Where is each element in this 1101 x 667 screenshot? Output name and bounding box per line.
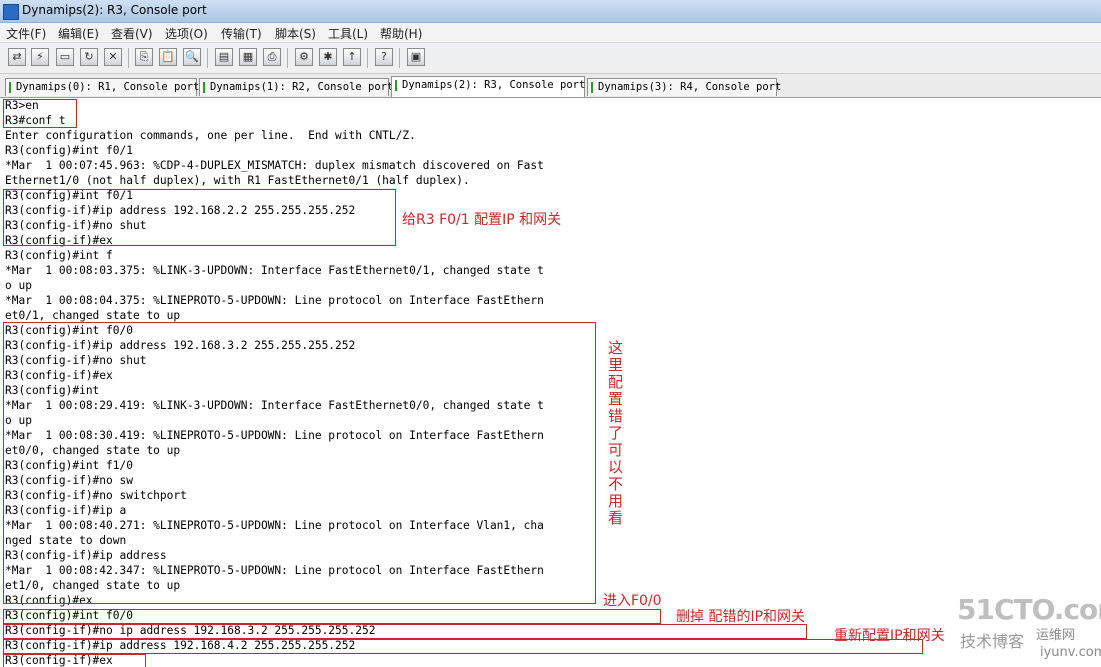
disconnect-icon[interactable]: ✕	[104, 48, 122, 66]
menu-options[interactable]: 选项(O)	[165, 25, 208, 42]
title-bar: Dynamips(2): R3, Console port	[0, 0, 1101, 23]
tab-label: Dynamips(2): R3, Console port	[402, 79, 586, 91]
menu-edit[interactable]: 编辑(E)	[58, 25, 99, 42]
annotation-box-f00	[3, 609, 661, 624]
menu-script[interactable]: 脚本(S)	[275, 25, 316, 42]
console-line: *Mar 1 00:08:04.375: %LINEPROTO-5-UPDOWN…	[5, 294, 544, 307]
menu-bar: 文件(F) 编辑(E) 查看(V) 选项(O) 传输(T) 脚本(S) 工具(L…	[0, 23, 1101, 43]
session-tab-bar: Dynamips(0): R1, Console port Dynamips(1…	[0, 74, 1101, 98]
console-line: R3(config)#int f	[5, 249, 113, 262]
connect-tab-icon[interactable]: ▭	[56, 48, 74, 66]
print-setup-icon[interactable]: ▤	[215, 48, 233, 66]
annotation-box-delete	[3, 624, 807, 639]
annotation-box-f01	[3, 189, 396, 246]
tab-r2[interactable]: Dynamips(1): R2, Console port	[199, 78, 393, 96]
tab-label: Dynamips(3): R4, Console port	[598, 81, 782, 93]
app-icon	[3, 4, 19, 20]
session-options-icon[interactable]: ⚙	[295, 48, 313, 66]
console-line: *Mar 1 00:08:03.375: %LINK-3-UPDOWN: Int…	[5, 264, 544, 277]
tab-label: Dynamips(1): R2, Console port	[210, 81, 394, 93]
screen-icon[interactable]: ▣	[407, 48, 425, 66]
toolbar-separator	[287, 48, 288, 68]
toolbar-separator	[367, 48, 368, 68]
tab-label: Dynamips(0): R1, Console port	[16, 81, 200, 93]
toolbar: ⇄ ⚡ ▭ ↻ ✕ ⎘ 📋 🔍 ▤ ▦ ⎙ ⚙ ✱ ↑ ? ▣	[0, 43, 1101, 74]
console-line: *Mar 1 00:07:45.963: %CDP-4-DUPLEX_MISMA…	[5, 159, 544, 172]
console-line: o up	[5, 279, 32, 292]
menu-file[interactable]: 文件(F)	[6, 25, 46, 42]
quick-connect-icon[interactable]: ⚡	[31, 48, 49, 66]
tab-status-icon	[395, 80, 397, 91]
menu-help[interactable]: 帮助(H)	[380, 25, 422, 42]
console-line: R3(config)#int f0/1	[5, 144, 133, 157]
toolbar-separator	[128, 48, 129, 68]
tab-status-icon	[203, 82, 205, 93]
console-line: et0/1, changed state to up	[5, 309, 181, 322]
watermark-brand: 51CTO.com	[957, 593, 1101, 626]
tab-status-icon	[9, 82, 11, 93]
tab-r4[interactable]: Dynamips(3): R4, Console port	[587, 78, 781, 96]
print-icon[interactable]: ⎙	[263, 48, 281, 66]
copy-icon[interactable]: ⎘	[135, 48, 153, 66]
console-line: Enter configuration commands, one per li…	[5, 129, 416, 142]
window-title: Dynamips(2): R3, Console port	[22, 3, 207, 17]
watermark-slogan: 技术博客	[960, 632, 1025, 651]
menu-transfer[interactable]: 传输(T)	[221, 25, 262, 42]
connect-icon[interactable]: ⇄	[8, 48, 26, 66]
toolbar-separator	[207, 48, 208, 68]
annotation-box-reconfig	[3, 639, 923, 654]
annotation-enter-f00: 进入F0/0	[603, 593, 662, 609]
toolbar-separator	[399, 48, 400, 68]
annotation-box-enable	[3, 99, 77, 128]
print-preview-icon[interactable]: ▦	[239, 48, 257, 66]
annotation-config-f01: 给R3 F0/1 配置IP 和网关	[402, 212, 562, 228]
tab-r3[interactable]: Dynamips(2): R3, Console port	[391, 76, 585, 97]
tab-r1[interactable]: Dynamips(0): R1, Console port	[5, 78, 200, 96]
reconnect-icon[interactable]: ↻	[80, 48, 98, 66]
annotation-box-wrong	[3, 322, 596, 604]
tab-status-icon	[591, 82, 593, 93]
menu-view[interactable]: 查看(V)	[111, 25, 153, 42]
annotation-delete-wrong: 删掉 配错的IP和网关	[676, 609, 806, 625]
help-icon[interactable]: ?	[375, 48, 393, 66]
watermark-site: iyunv.com	[1040, 645, 1101, 660]
terminal-console[interactable]: R3>en R3#conf t Enter configuration comman…	[0, 98, 1101, 667]
find-icon[interactable]: 🔍	[183, 48, 201, 66]
annotation-wrong-config: 这里配置错了 可以不用看	[608, 339, 624, 527]
menu-tools[interactable]: 工具(L)	[328, 25, 368, 42]
annotation-reconfigure: 重新配置IP和网关	[834, 628, 945, 644]
annotation-box-exit	[3, 654, 146, 667]
console-line: Ethernet1/0 (not half duplex), with R1 F…	[5, 174, 470, 187]
watermark-site-cn: 运维网	[1036, 628, 1076, 643]
key-map-icon[interactable]: ↑	[343, 48, 361, 66]
global-options-icon[interactable]: ✱	[319, 48, 337, 66]
paste-icon[interactable]: 📋	[159, 48, 177, 66]
